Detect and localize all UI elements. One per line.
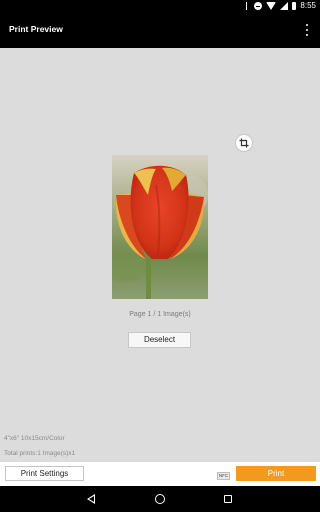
nfc-badge: NFC (217, 472, 230, 480)
status-time: 8:55 (300, 1, 316, 10)
print-settings-button[interactable]: Print Settings (5, 466, 84, 481)
page-info: Page 1 / 1 Image(s) (129, 311, 191, 318)
deselect-button[interactable]: Deselect (128, 332, 191, 348)
bluetooth-icon (245, 2, 250, 10)
page-title: Print Preview (9, 24, 63, 34)
do-not-disturb-icon (254, 2, 263, 10)
overflow-menu-icon[interactable] (304, 24, 310, 36)
battery-icon (292, 2, 297, 10)
status-bar: 8:55 (0, 0, 320, 12)
wifi-icon (266, 2, 277, 10)
tulip-photo (112, 155, 208, 299)
bottom-action-bar: Print Settings NFC Print (0, 462, 320, 486)
total-prints-info: Total prints:1 Image(s)x1 (4, 450, 76, 457)
home-icon[interactable] (155, 494, 165, 504)
recents-icon[interactable] (224, 495, 232, 503)
paper-size-info: 4"x6" 10x15cm/Color (4, 435, 65, 442)
crop-button[interactable] (235, 134, 253, 152)
status-icons: 8:55 (245, 0, 316, 12)
crop-icon (239, 138, 249, 148)
cellular-icon (280, 2, 289, 10)
preview-image[interactable] (112, 155, 208, 299)
print-button[interactable]: Print (236, 466, 316, 481)
navigation-bar (0, 486, 320, 512)
back-icon[interactable] (87, 494, 95, 504)
app-bar: Print Preview (0, 12, 320, 48)
